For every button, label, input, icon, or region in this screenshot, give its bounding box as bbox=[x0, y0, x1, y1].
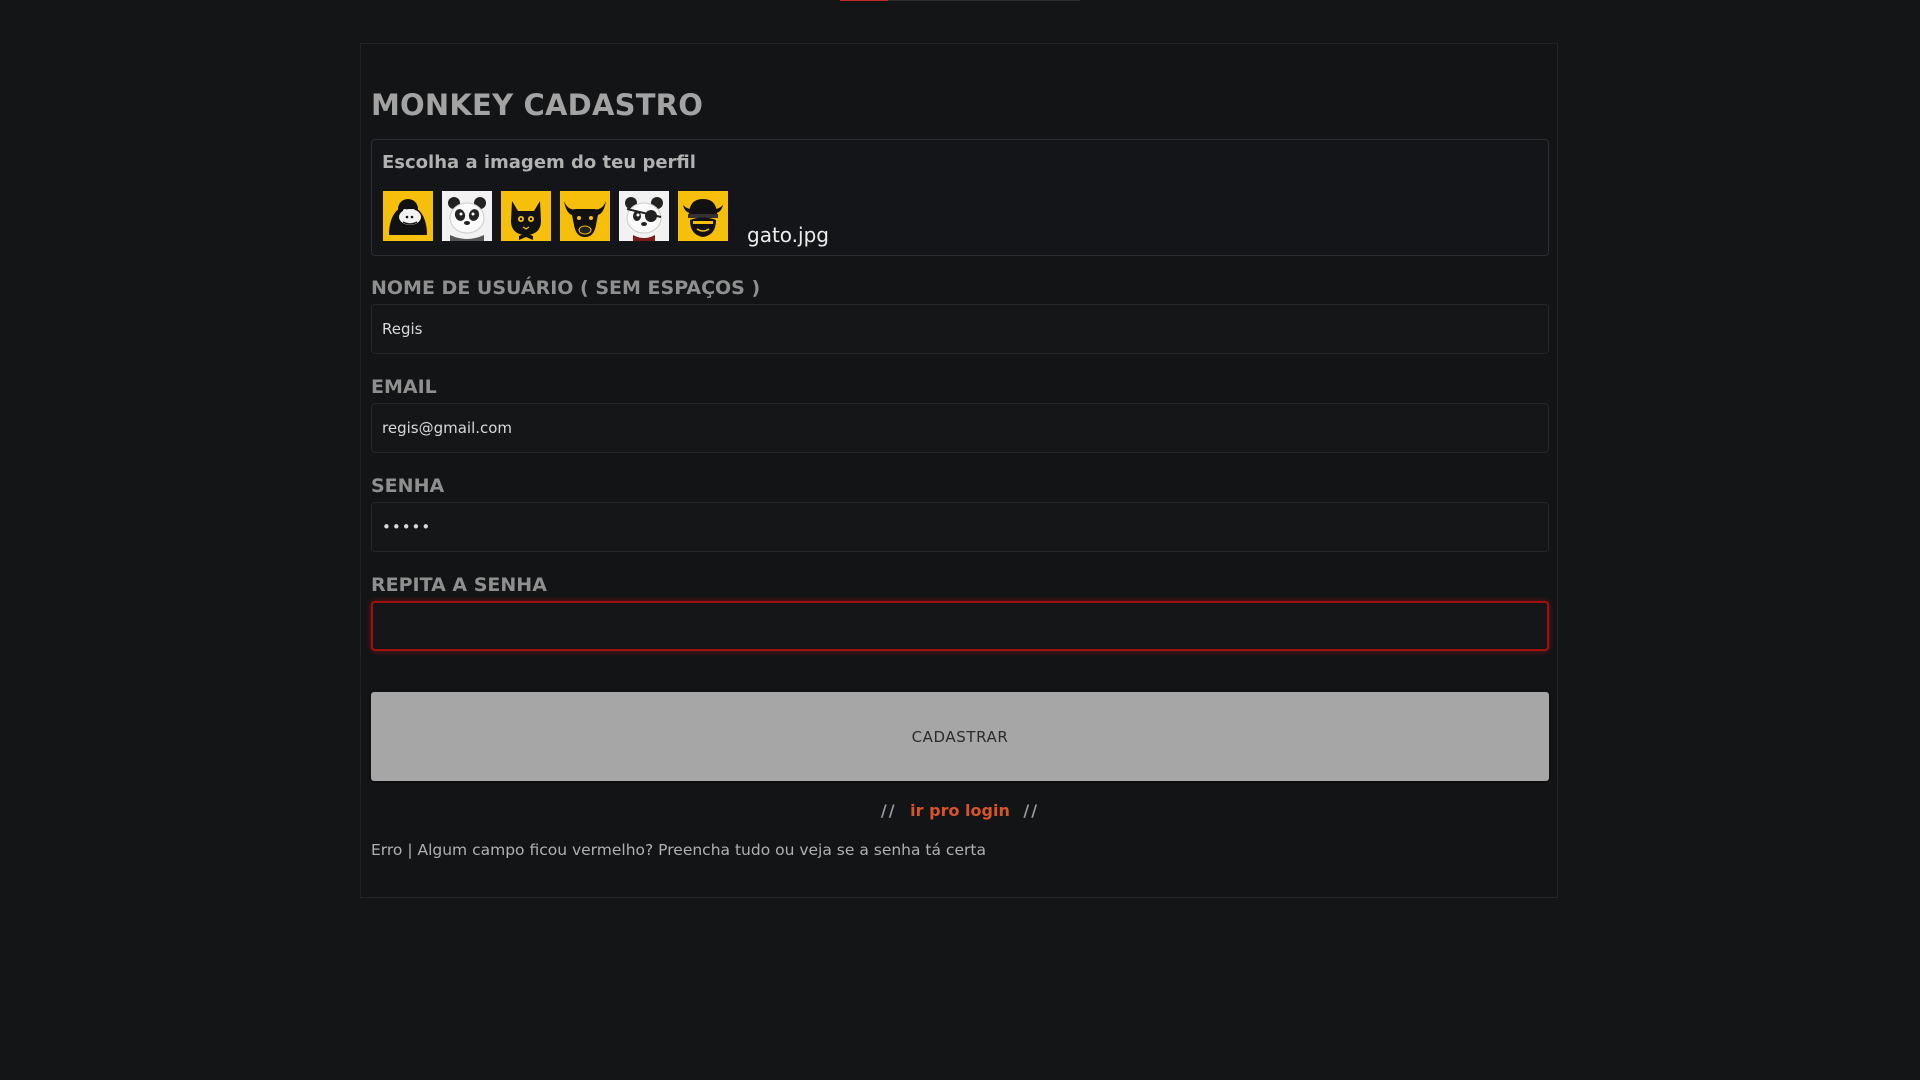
avatar-picker: Escolha a imagem do teu perfil gato.jpg bbox=[371, 139, 1549, 256]
login-separator-left: // bbox=[880, 801, 897, 820]
username-label: NOME DE USUÁRIO ( SEM ESPAÇOS ) bbox=[371, 277, 761, 299]
password-input[interactable] bbox=[371, 502, 1549, 552]
login-link-row: // ir pro login // bbox=[371, 801, 1549, 820]
pirate-panda-icon[interactable] bbox=[619, 191, 669, 241]
error-message: Erro | Algum campo ficou vermelho? Preen… bbox=[371, 841, 986, 859]
top-progress-indicator bbox=[840, 0, 1080, 1]
go-to-login-link[interactable]: ir pro login bbox=[910, 801, 1010, 820]
avatar-options bbox=[383, 191, 728, 241]
login-separator-right: // bbox=[1023, 801, 1040, 820]
top-progress-accent bbox=[840, 0, 888, 1]
email-input[interactable] bbox=[371, 403, 1549, 453]
cat-icon[interactable] bbox=[501, 191, 551, 241]
panda-icon[interactable] bbox=[442, 191, 492, 241]
email-label: EMAIL bbox=[371, 376, 437, 398]
selected-avatar-filename: gato.jpg bbox=[747, 223, 829, 247]
page-title: MONKEY CADASTRO bbox=[371, 88, 704, 122]
register-button[interactable]: CADASTRAR bbox=[371, 692, 1549, 781]
avatar-picker-label: Escolha a imagem do teu perfil bbox=[382, 152, 696, 173]
gorilla-icon[interactable] bbox=[383, 191, 433, 241]
bull-icon[interactable] bbox=[560, 191, 610, 241]
viking-icon[interactable] bbox=[678, 191, 728, 241]
signup-card: MONKEY CADASTRO Escolha a imagem do teu … bbox=[360, 43, 1558, 898]
password-label: SENHA bbox=[371, 475, 445, 497]
repeat-password-label: REPITA A SENHA bbox=[371, 574, 547, 596]
username-input[interactable] bbox=[371, 304, 1549, 354]
repeat-password-input[interactable] bbox=[371, 601, 1549, 651]
